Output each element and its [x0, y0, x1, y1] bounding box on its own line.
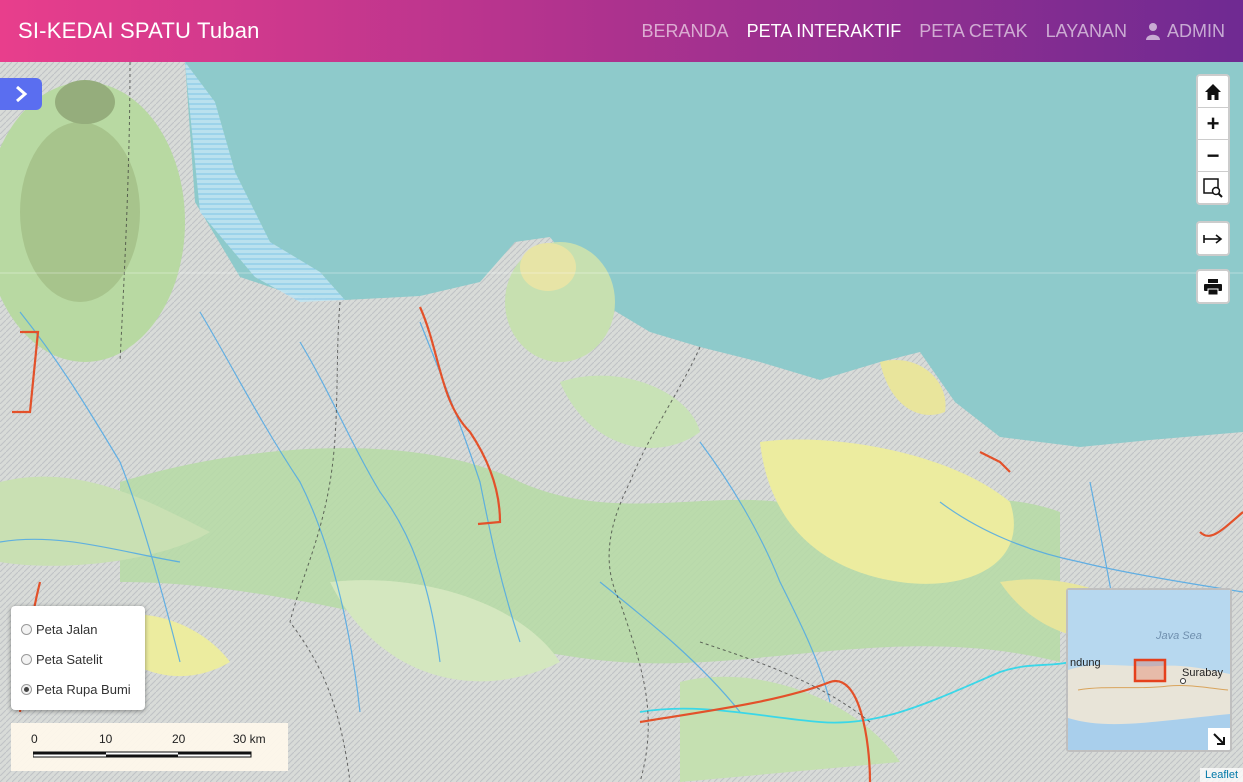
sidebar-toggle-button[interactable]	[0, 78, 42, 110]
main-nav: BERANDA PETA INTERAKTIF PETA CETAK LAYAN…	[642, 21, 1225, 42]
brand-title[interactable]: SI-KEDAI SPATU Tuban	[18, 18, 260, 44]
home-button[interactable]	[1198, 76, 1228, 108]
scale-label-30: 30 km	[233, 732, 266, 746]
attribution: Leaflet	[1199, 768, 1243, 782]
scale-bar: 0 10 20 30 km	[11, 723, 288, 771]
minimap-toggle-button[interactable]	[1208, 728, 1230, 750]
layer-peta-rupa-bumi-radio[interactable]	[21, 683, 32, 695]
zoom-box-button[interactable]	[1198, 172, 1228, 203]
layer-peta-rupa-bumi[interactable]: Peta Rupa Bumi	[21, 674, 135, 704]
map-canvas[interactable]: + − Peta Jalan Peta Satelit Peta Rupa Bu…	[0, 62, 1243, 782]
scale-label-0: 0	[31, 732, 38, 746]
zoom-in-label: +	[1206, 110, 1220, 136]
nav-beranda-label: BERANDA	[641, 20, 729, 41]
collapse-arrow-icon	[1213, 733, 1225, 745]
layer-peta-jalan[interactable]: Peta Jalan	[21, 614, 135, 644]
zoom-out-label: −	[1206, 142, 1220, 168]
measure-button[interactable]	[1198, 223, 1228, 254]
basemap-switcher: Peta Jalan Peta Satelit Peta Rupa Bumi	[11, 606, 145, 710]
user-icon	[1146, 23, 1160, 40]
scale-ruler	[33, 751, 252, 758]
scale-label-20: 20	[172, 732, 186, 746]
nav-layanan-label: LAYANAN	[1045, 20, 1127, 41]
scale-label-10: 10	[99, 732, 113, 746]
leaflet-link[interactable]: Leaflet	[1205, 769, 1238, 781]
nav-peta-interaktif[interactable]: PETA INTERAKTIF	[747, 21, 902, 42]
layer-peta-satelit-label: Peta Satelit	[36, 651, 103, 667]
zoom-box-icon	[1203, 177, 1223, 198]
nav-admin[interactable]: ADMIN	[1145, 21, 1225, 42]
navbar: SI-KEDAI SPATU Tuban BERANDA PETA INTERA…	[0, 0, 1243, 62]
chevron-right-icon	[16, 85, 28, 103]
measure-control	[1196, 221, 1230, 256]
nav-beranda[interactable]: BERANDA	[642, 21, 729, 42]
nav-peta-interaktif-label: PETA INTERAKTIF	[746, 20, 902, 41]
minimap[interactable]: Java Sea ndung Surabay	[1066, 588, 1232, 752]
zoom-control: + −	[1196, 74, 1230, 205]
zoom-out-button[interactable]: −	[1198, 140, 1228, 172]
layer-peta-rupa-bumi-label: Peta Rupa Bumi	[36, 681, 131, 697]
minimap-label-surabaya: Surabay	[1182, 667, 1223, 679]
layer-peta-satelit[interactable]: Peta Satelit	[21, 644, 135, 674]
printer-icon	[1204, 278, 1222, 295]
print-control	[1196, 269, 1230, 304]
nav-peta-cetak[interactable]: PETA CETAK	[919, 21, 1027, 42]
arrow-right-icon	[1203, 233, 1223, 244]
layer-peta-jalan-label: Peta Jalan	[36, 621, 98, 637]
minimap-label-java-sea: Java Sea	[1156, 630, 1202, 642]
nav-layanan[interactable]: LAYANAN	[1046, 21, 1127, 42]
layer-peta-jalan-radio[interactable]	[21, 623, 32, 635]
zoom-in-button[interactable]: +	[1198, 108, 1228, 140]
nav-admin-label: ADMIN	[1167, 20, 1225, 41]
minimap-label-bandung: ndung	[1070, 657, 1101, 669]
layer-peta-satelit-radio[interactable]	[21, 653, 32, 665]
terrain-basemap	[0, 62, 1243, 782]
home-icon	[1205, 83, 1221, 100]
print-button[interactable]	[1198, 271, 1228, 302]
nav-peta-cetak-label: PETA CETAK	[919, 20, 1028, 41]
